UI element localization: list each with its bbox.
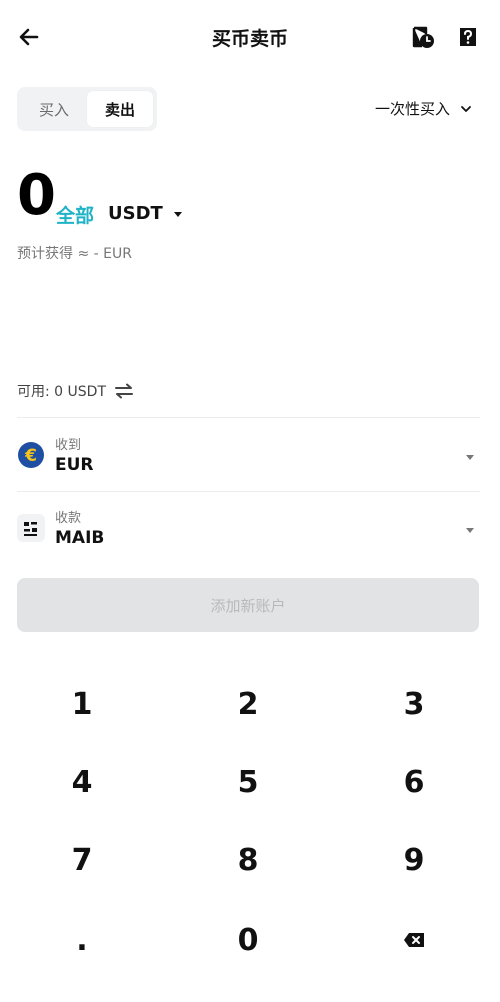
key-decimal[interactable]: . bbox=[32, 910, 132, 970]
tab-sell[interactable]: 卖出 bbox=[87, 91, 153, 127]
caret-down-icon bbox=[466, 528, 474, 533]
amount-input[interactable]: 0 bbox=[17, 168, 56, 224]
key-2[interactable]: 2 bbox=[198, 674, 298, 734]
payment-label: 收款 bbox=[55, 511, 82, 526]
max-amount-button[interactable]: 全部 bbox=[56, 201, 94, 228]
key-6[interactable]: 6 bbox=[364, 752, 464, 812]
key-7[interactable]: 7 bbox=[32, 830, 132, 890]
caret-down-icon bbox=[466, 455, 474, 460]
order-type-selector[interactable]: 一次性买入 bbox=[375, 98, 472, 119]
add-new-account-button[interactable]: 添加新账户 bbox=[17, 578, 479, 632]
caret-down-icon bbox=[173, 211, 182, 217]
header: 买币卖币 bbox=[0, 0, 500, 72]
swap-icon[interactable] bbox=[114, 383, 134, 399]
key-4[interactable]: 4 bbox=[32, 752, 132, 812]
order-history-button[interactable] bbox=[410, 24, 436, 50]
divider bbox=[17, 491, 480, 492]
svg-text:€: € bbox=[24, 446, 37, 466]
key-1[interactable]: 1 bbox=[32, 674, 132, 734]
receive-value: EUR bbox=[55, 455, 94, 475]
bank-account-icon bbox=[17, 514, 45, 542]
estimated-receive: 预计获得 ≈ - EUR bbox=[17, 246, 132, 262]
order-type-label: 一次性买入 bbox=[374, 100, 450, 118]
chevron-down-icon bbox=[461, 105, 471, 112]
divider bbox=[17, 417, 480, 418]
receive-currency-selector[interactable]: € 收到 EUR bbox=[17, 425, 480, 495]
payment-value: MAIB bbox=[55, 528, 105, 548]
payment-method-selector[interactable]: 收款 MAIB bbox=[17, 498, 480, 568]
backspace-key[interactable] bbox=[364, 910, 464, 970]
key-3[interactable]: 3 bbox=[364, 674, 464, 734]
help-button[interactable] bbox=[455, 24, 481, 50]
euro-icon: € bbox=[18, 442, 44, 468]
backspace-icon bbox=[404, 933, 424, 947]
order-history-icon bbox=[412, 26, 434, 48]
receive-label: 收到 bbox=[55, 438, 82, 453]
key-5[interactable]: 5 bbox=[198, 752, 298, 812]
available-balance: 可用: 0 USDT bbox=[17, 381, 134, 401]
help-icon bbox=[460, 28, 476, 46]
available-balance-text: 可用: 0 USDT bbox=[17, 384, 106, 400]
key-0[interactable]: 0 bbox=[198, 910, 298, 970]
numeric-keypad: 1 2 3 4 5 6 7 8 9 . 0 bbox=[0, 660, 500, 990]
key-8[interactable]: 8 bbox=[198, 830, 298, 890]
buy-sell-toggle: 买入 卖出 bbox=[17, 87, 157, 131]
tab-buy[interactable]: 买入 bbox=[21, 91, 87, 127]
currency-selector[interactable]: USDT bbox=[108, 203, 183, 224]
currency-label: USDT bbox=[108, 203, 163, 224]
key-9[interactable]: 9 bbox=[364, 830, 464, 890]
